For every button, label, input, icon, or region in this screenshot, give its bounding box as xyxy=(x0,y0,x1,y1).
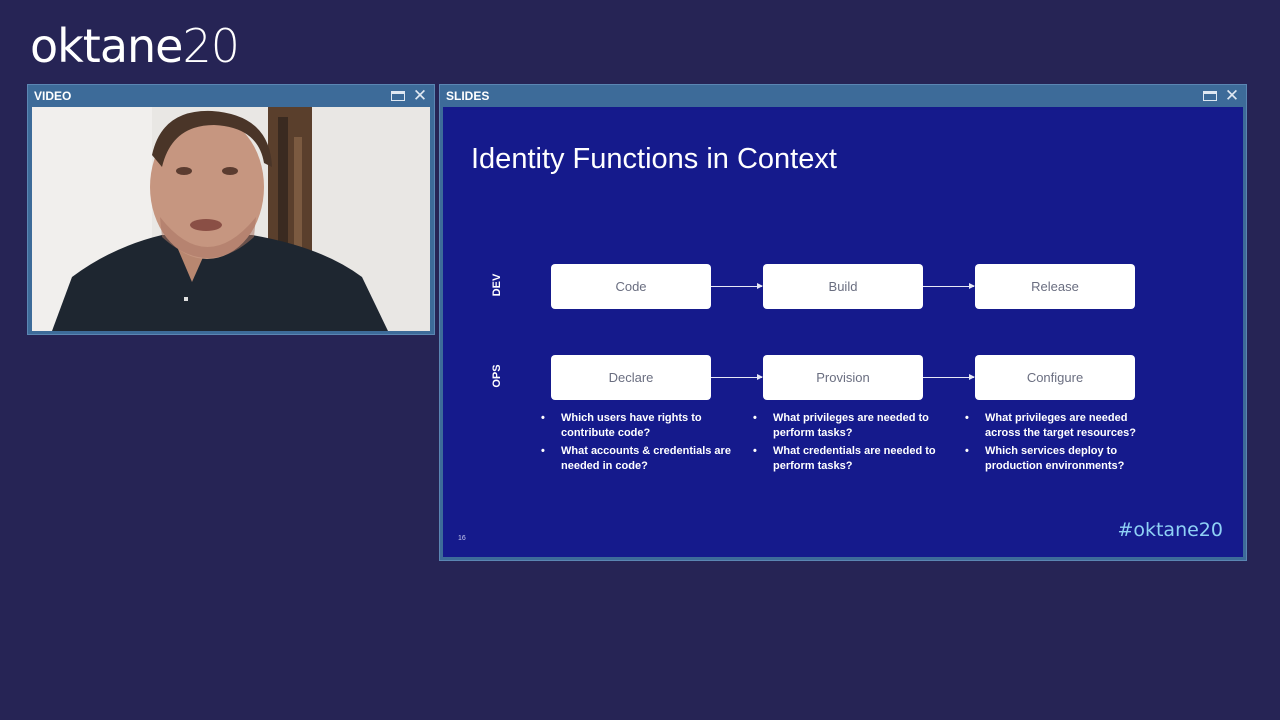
speaker-video-image xyxy=(32,107,430,331)
slide-content: Identity Functions in Context DEV Code B… xyxy=(443,107,1243,557)
question-list-configure: What privileges are needed across the ta… xyxy=(965,411,1155,477)
question-item: What accounts & credentials are needed i… xyxy=(541,444,731,474)
step-box-build: Build xyxy=(763,264,923,309)
row-label-dev: DEV xyxy=(491,273,503,297)
step-box-declare: Declare xyxy=(551,355,711,400)
logo-year: 20 xyxy=(182,19,240,73)
question-list-provision: What privileges are needed to perform ta… xyxy=(753,411,943,477)
arrow-icon xyxy=(923,283,975,289)
maximize-icon[interactable] xyxy=(1202,89,1218,103)
logo-wordmark: oktane xyxy=(30,19,183,73)
close-icon[interactable]: ✕ xyxy=(1224,88,1240,105)
slides-panel-titlebar[interactable]: SLIDES ✕ xyxy=(440,85,1246,107)
maximize-icon[interactable] xyxy=(390,89,406,103)
video-panel-title: VIDEO xyxy=(34,89,72,103)
video-panel: VIDEO ✕ xyxy=(27,84,435,335)
slides-panel-title: SLIDES xyxy=(446,89,490,103)
slide-title: Identity Functions in Context xyxy=(471,143,837,175)
step-box-release: Release xyxy=(975,264,1135,309)
close-icon[interactable]: ✕ xyxy=(412,88,428,105)
question-list-declare: Which users have rights to contribute co… xyxy=(541,411,731,477)
arrow-icon xyxy=(923,374,975,380)
arrow-icon xyxy=(711,374,763,380)
video-panel-titlebar[interactable]: VIDEO ✕ xyxy=(28,85,434,107)
row-label-ops: OPS xyxy=(491,364,503,388)
slide-hashtag: #oktane20 xyxy=(1117,519,1223,541)
slides-panel: SLIDES ✕ Identity Functions in Context D… xyxy=(439,84,1247,561)
question-item: What privileges are needed across the ta… xyxy=(965,411,1155,441)
step-box-configure: Configure xyxy=(975,355,1135,400)
video-feed[interactable] xyxy=(32,107,430,331)
question-item: What credentials are needed to perform t… xyxy=(753,444,943,474)
step-box-provision: Provision xyxy=(763,355,923,400)
slide-page-number: 16 xyxy=(458,535,466,542)
question-item: Which users have rights to contribute co… xyxy=(541,411,731,441)
step-box-code: Code xyxy=(551,264,711,309)
oktane20-logo: oktane20 xyxy=(30,18,240,74)
arrow-icon xyxy=(711,283,763,289)
question-item: Which services deploy to production envi… xyxy=(965,444,1155,474)
question-item: What privileges are needed to perform ta… xyxy=(753,411,943,441)
